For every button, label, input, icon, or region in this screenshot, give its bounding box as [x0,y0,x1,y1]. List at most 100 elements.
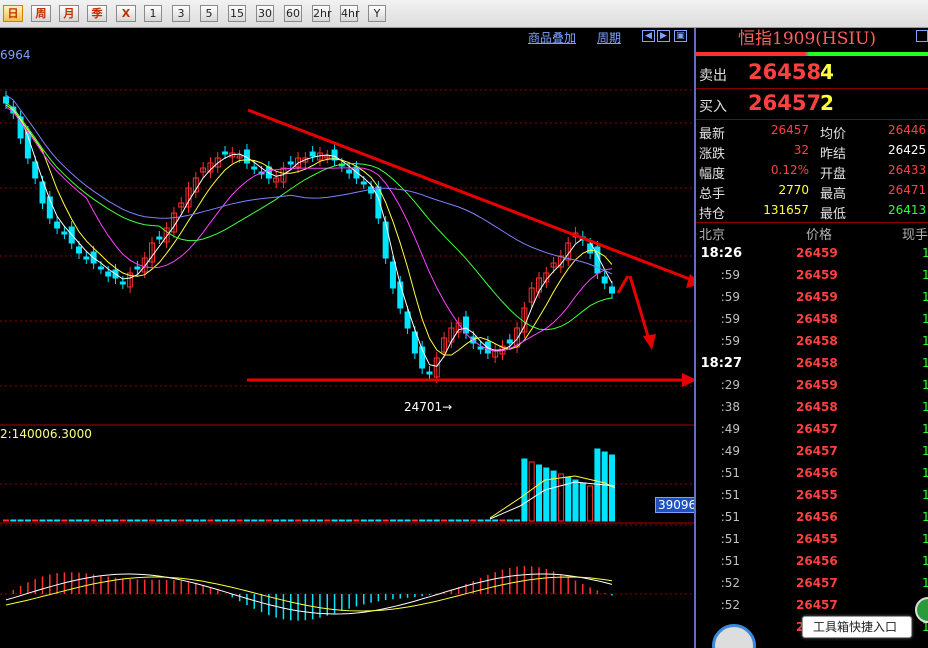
tick-row[interactable]: :59 26459 1 [696,286,928,308]
sell-price: 26458 [748,60,822,84]
down-arrow-line [628,275,652,344]
tick-price: 26457 [796,598,838,612]
tick-vol: 1 [922,334,928,348]
volume-bar [514,519,521,522]
candle-body [76,246,83,254]
tick-row[interactable]: :51 26456 1 [696,462,928,484]
nav-split-icon[interactable]: ▣ [674,30,687,42]
candle-body [97,266,104,270]
volume-bar [528,461,535,522]
period-button-9[interactable]: 30 [256,5,274,22]
volume-bar [222,519,229,522]
moving-average-line [5,106,613,352]
tick-time: :52 [720,576,740,590]
volume-bar [192,519,199,522]
nav-left-icon[interactable]: ◀ [642,30,655,42]
volume-bar [207,519,214,522]
tick-vol: 1 [922,246,928,260]
sell-label: 卖出 [699,68,727,84]
tick-vol: 1 [922,290,928,304]
bid-ask-ratio-bar [696,52,928,56]
tick-time: 18:26 [700,246,742,261]
tick-price: 26456 [796,554,838,568]
period-button-5[interactable]: 1 [144,5,162,22]
volume-bar [90,519,97,522]
kline-chart-area[interactable]: 商品叠加 周期 ◀ ▶ ▣ 6964 24701→ 2:140006.3000 … [0,28,700,648]
tick-row[interactable]: :59 26458 1 [696,308,928,330]
tick-price: 26456 [796,510,838,524]
tick-row[interactable]: :29 26459 1 [696,374,928,396]
candle-body [609,286,615,294]
ticks-header-time: 北京 [699,228,726,243]
period-button-10[interactable]: 60 [284,5,302,22]
nav-right-icon[interactable]: ▶ [657,30,670,42]
trend-arrow-line [247,108,694,283]
down-arrow-line [616,275,630,294]
cycle-link[interactable]: 周期 [597,29,621,46]
tick-row[interactable]: 18:27 26458 1 [696,352,928,374]
volume-indicator-label: 2:140006.3000 [0,427,92,441]
tick-row[interactable]: :49 26457 1 [696,418,928,440]
period-button-13[interactable]: Y [368,5,386,22]
buy-row: 买入 26457 2 [696,89,928,119]
sell-row: 卖出 26458 4 [696,58,928,88]
tick-row[interactable]: :51 26455 1 [696,484,928,506]
period-button-12[interactable]: 4hr [340,5,360,22]
overlay-link[interactable]: 商品叠加 [528,29,576,46]
volume-bar [46,519,53,522]
tick-vol: 1 [922,488,928,502]
period-button-8[interactable]: 15 [228,5,246,22]
volume-bar [24,519,31,522]
chart-canvas[interactable] [0,28,694,648]
tick-row[interactable]: :52264571 [696,594,928,616]
tick-row[interactable]: :59 26459 1 [696,264,928,286]
tick-price: 26455 [796,488,838,502]
tick-row[interactable]: :51 26456 1 [696,506,928,528]
tick-vol: 1 [922,554,928,568]
tick-time: :51 [720,510,740,524]
candle-body [287,161,294,165]
tick-row[interactable]: 18:26 26459 1 [696,242,928,264]
quote-value: 0.12% [770,163,809,177]
period-button-11[interactable]: 2hr [312,5,332,22]
tick-vol: 1 [922,576,928,590]
quote-row: 幅度 0.12% 开盘 26433 [696,161,928,182]
period-button-7[interactable]: 5 [200,5,218,22]
period-button-4[interactable]: X [116,5,136,22]
volume-bar [229,519,236,522]
tick-vol: 1 [922,510,928,524]
ticks-header-vol: 现手 [902,228,928,243]
tick-row[interactable]: :51 26456 1 [696,550,928,572]
quote-label: 涨跌 [699,147,726,162]
period-button-2[interactable]: 月 [59,5,79,22]
period-button-3[interactable]: 季 [87,5,107,22]
volume-bar [579,482,586,522]
tick-price: 26459 [796,246,838,260]
panel-window-icon[interactable] [916,30,928,42]
tick-row[interactable]: :52264571 [696,572,928,594]
quote-label: 总手 [699,187,726,202]
quote-value: 26425 [888,143,927,157]
tick-row[interactable]: :51 26455 1 [696,528,928,550]
quote-label: 最低 [820,207,847,222]
period-button-0[interactable]: 日 [3,5,23,22]
volume-bar [411,519,418,522]
period-button-6[interactable]: 3 [172,5,190,22]
period-button-1[interactable]: 周 [31,5,51,22]
tick-time: :59 [720,312,740,326]
volume-bar [112,519,119,522]
quote-value: 26446 [888,123,927,137]
candle-body [477,346,484,350]
volume-bar [119,519,126,522]
tick-row[interactable]: :49 26457 1 [696,440,928,462]
buy-volume: 2 [820,91,834,115]
candle-body [382,221,389,259]
candle-body [134,266,141,270]
candle-body [54,221,61,229]
volume-bar [97,519,104,522]
tick-price: 26459 [796,290,838,304]
volume-bar [127,519,134,522]
tick-row[interactable]: :38 26458 1 [696,396,928,418]
tick-row[interactable]: :59 26458 1 [696,330,928,352]
candle-body [506,339,513,344]
